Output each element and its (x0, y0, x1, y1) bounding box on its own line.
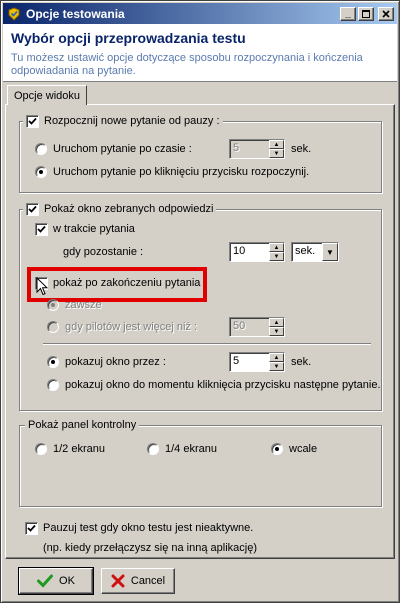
start-time-value: 5 (233, 142, 240, 154)
spin-down-icon[interactable]: ▼ (269, 149, 284, 158)
radio-show-until[interactable]: pokazuj okno do momentu kliknięcia przyc… (47, 378, 381, 392)
pause-inactive-checkbox[interactable] (25, 521, 38, 535)
highlight-box (27, 267, 207, 302)
tab-label: Opcje widoku (13, 89, 81, 102)
radio-panel-half-button[interactable] (35, 443, 47, 455)
cancel-label: Cancel (130, 575, 166, 587)
during-question-option[interactable]: w trakcie pytania (35, 222, 135, 236)
radio-panel-quarter-label: 1/4 ekranu (165, 443, 217, 455)
app-icon (6, 6, 22, 22)
header-panel: Wybór opcji przeprowadzania testu Tu moż… (3, 24, 397, 82)
radio-start-on-click-label: Uruchom pytanie po kliknięciu przycisku … (53, 166, 310, 178)
radio-panel-quarter[interactable]: 1/4 ekranu (147, 442, 217, 456)
answers-checkbox[interactable] (26, 202, 39, 216)
radio-start-after-time-label: Uruchom pytanie po czasie : (53, 143, 192, 155)
radio-panel-quarter-button[interactable] (147, 443, 159, 455)
during-question-label: w trakcie pytania (53, 223, 135, 235)
radio-show-until-button[interactable] (47, 379, 59, 391)
answers-group-label: Pokaż okno zebranych odpowiedzi (44, 203, 214, 215)
radio-show-for-label: pokazuj okno przez : (65, 356, 166, 368)
options-dialog: Opcje testowania _ Wybór opcji przeprowa… (0, 0, 400, 603)
pause-group-legend[interactable]: Rozpocznij nowe pytanie od pauzy : (23, 113, 223, 129)
radio-start-after-time-button[interactable] (35, 143, 47, 155)
radio-panel-none-label: wcale (289, 443, 318, 455)
panel-group (19, 425, 382, 507)
header-title: Wybór opcji przeprowadzania testu (11, 30, 246, 46)
chevron-down-icon[interactable]: ▼ (322, 243, 338, 261)
radio-start-after-time[interactable]: Uruchom pytanie po czasie : (35, 142, 192, 156)
start-time-stepper[interactable]: 5 ▲ ▼ (229, 139, 285, 159)
pilots-value: 50 (233, 320, 246, 332)
remaining-time-stepper[interactable]: 10 ▲ ▼ (229, 242, 285, 262)
radio-show-for[interactable]: pokazuj okno przez : (47, 355, 166, 369)
separator (43, 343, 371, 345)
pause-inactive-hint: (np. kiedy przełączysz się na inną aplik… (43, 542, 257, 554)
close-icon[interactable] (378, 6, 394, 21)
minimize-icon[interactable]: _ (340, 6, 356, 21)
radio-panel-none[interactable]: wcale (271, 442, 317, 456)
spin-down-icon[interactable]: ▼ (269, 327, 284, 336)
pilots-stepper[interactable]: 50 ▲ ▼ (229, 317, 285, 337)
start-time-unit: sek. (291, 143, 312, 155)
radio-panel-none-button[interactable] (271, 443, 283, 455)
radio-start-on-click-button[interactable] (35, 166, 47, 178)
pause-checkbox[interactable] (26, 114, 39, 128)
pause-group-label: Rozpocznij nowe pytanie od pauzy : (44, 115, 220, 127)
ok-label: OK (59, 575, 75, 587)
spin-down-icon[interactable]: ▼ (269, 362, 284, 371)
radio-pilots-button[interactable] (47, 321, 59, 333)
remaining-time-value: 10 (233, 245, 246, 257)
pause-inactive-option[interactable]: Pauzuj test gdy okno testu jest nieaktyw… (25, 521, 253, 535)
header-description: Tu możesz ustawić opcje dotyczące sposob… (11, 52, 363, 77)
cancel-button[interactable]: Cancel (101, 568, 175, 594)
checkmark-icon (37, 574, 54, 588)
spin-down-icon[interactable]: ▼ (269, 252, 284, 261)
show-for-unit: sek. (291, 356, 312, 368)
remaining-unit-value: sek. (295, 245, 316, 257)
tab-view-options[interactable]: Opcje widoku (7, 85, 87, 105)
radio-show-until-label: pokazuj okno do momentu kliknięcia przyc… (65, 379, 381, 391)
panel-group-label: Pokaż panel kontrolny (25, 418, 140, 432)
mouse-cursor-icon (36, 277, 48, 296)
spin-up-icon[interactable]: ▲ (269, 243, 284, 252)
cross-icon (111, 574, 125, 588)
answers-group-legend[interactable]: Pokaż okno zebranych odpowiedzi (23, 201, 217, 217)
radio-show-for-button[interactable] (47, 356, 59, 368)
radio-start-on-click[interactable]: Uruchom pytanie po kliknięciu przycisku … (35, 165, 309, 179)
radio-always-label: zawsze (65, 299, 102, 311)
radio-pilots[interactable]: gdy pilotów jest więcej niż : (47, 320, 197, 334)
window-title: Opcje testowania (26, 6, 125, 21)
remaining-label: gdy pozostanie : (63, 246, 144, 258)
during-question-checkbox[interactable] (35, 222, 48, 236)
spin-up-icon[interactable]: ▲ (269, 353, 284, 362)
spin-up-icon[interactable]: ▲ (269, 318, 284, 327)
spin-up-icon[interactable]: ▲ (269, 140, 284, 149)
radio-panel-half-label: 1/2 ekranu (53, 443, 105, 455)
ok-button[interactable]: OK (18, 567, 94, 595)
radio-pilots-label: gdy pilotów jest więcej niż : (65, 321, 198, 333)
title-bar[interactable]: Opcje testowania _ (3, 3, 397, 24)
remaining-unit-select[interactable]: sek. ▼ (291, 242, 339, 262)
radio-always-button[interactable] (47, 299, 59, 311)
maximize-icon[interactable] (358, 6, 374, 21)
show-for-stepper[interactable]: 5 ▲ ▼ (229, 352, 285, 372)
show-for-value: 5 (233, 355, 240, 367)
pause-inactive-label: Pauzuj test gdy okno testu jest nieaktyw… (43, 522, 254, 534)
radio-always[interactable]: zawsze (47, 298, 102, 312)
radio-panel-half[interactable]: 1/2 ekranu (35, 442, 105, 456)
pause-group (19, 121, 382, 193)
